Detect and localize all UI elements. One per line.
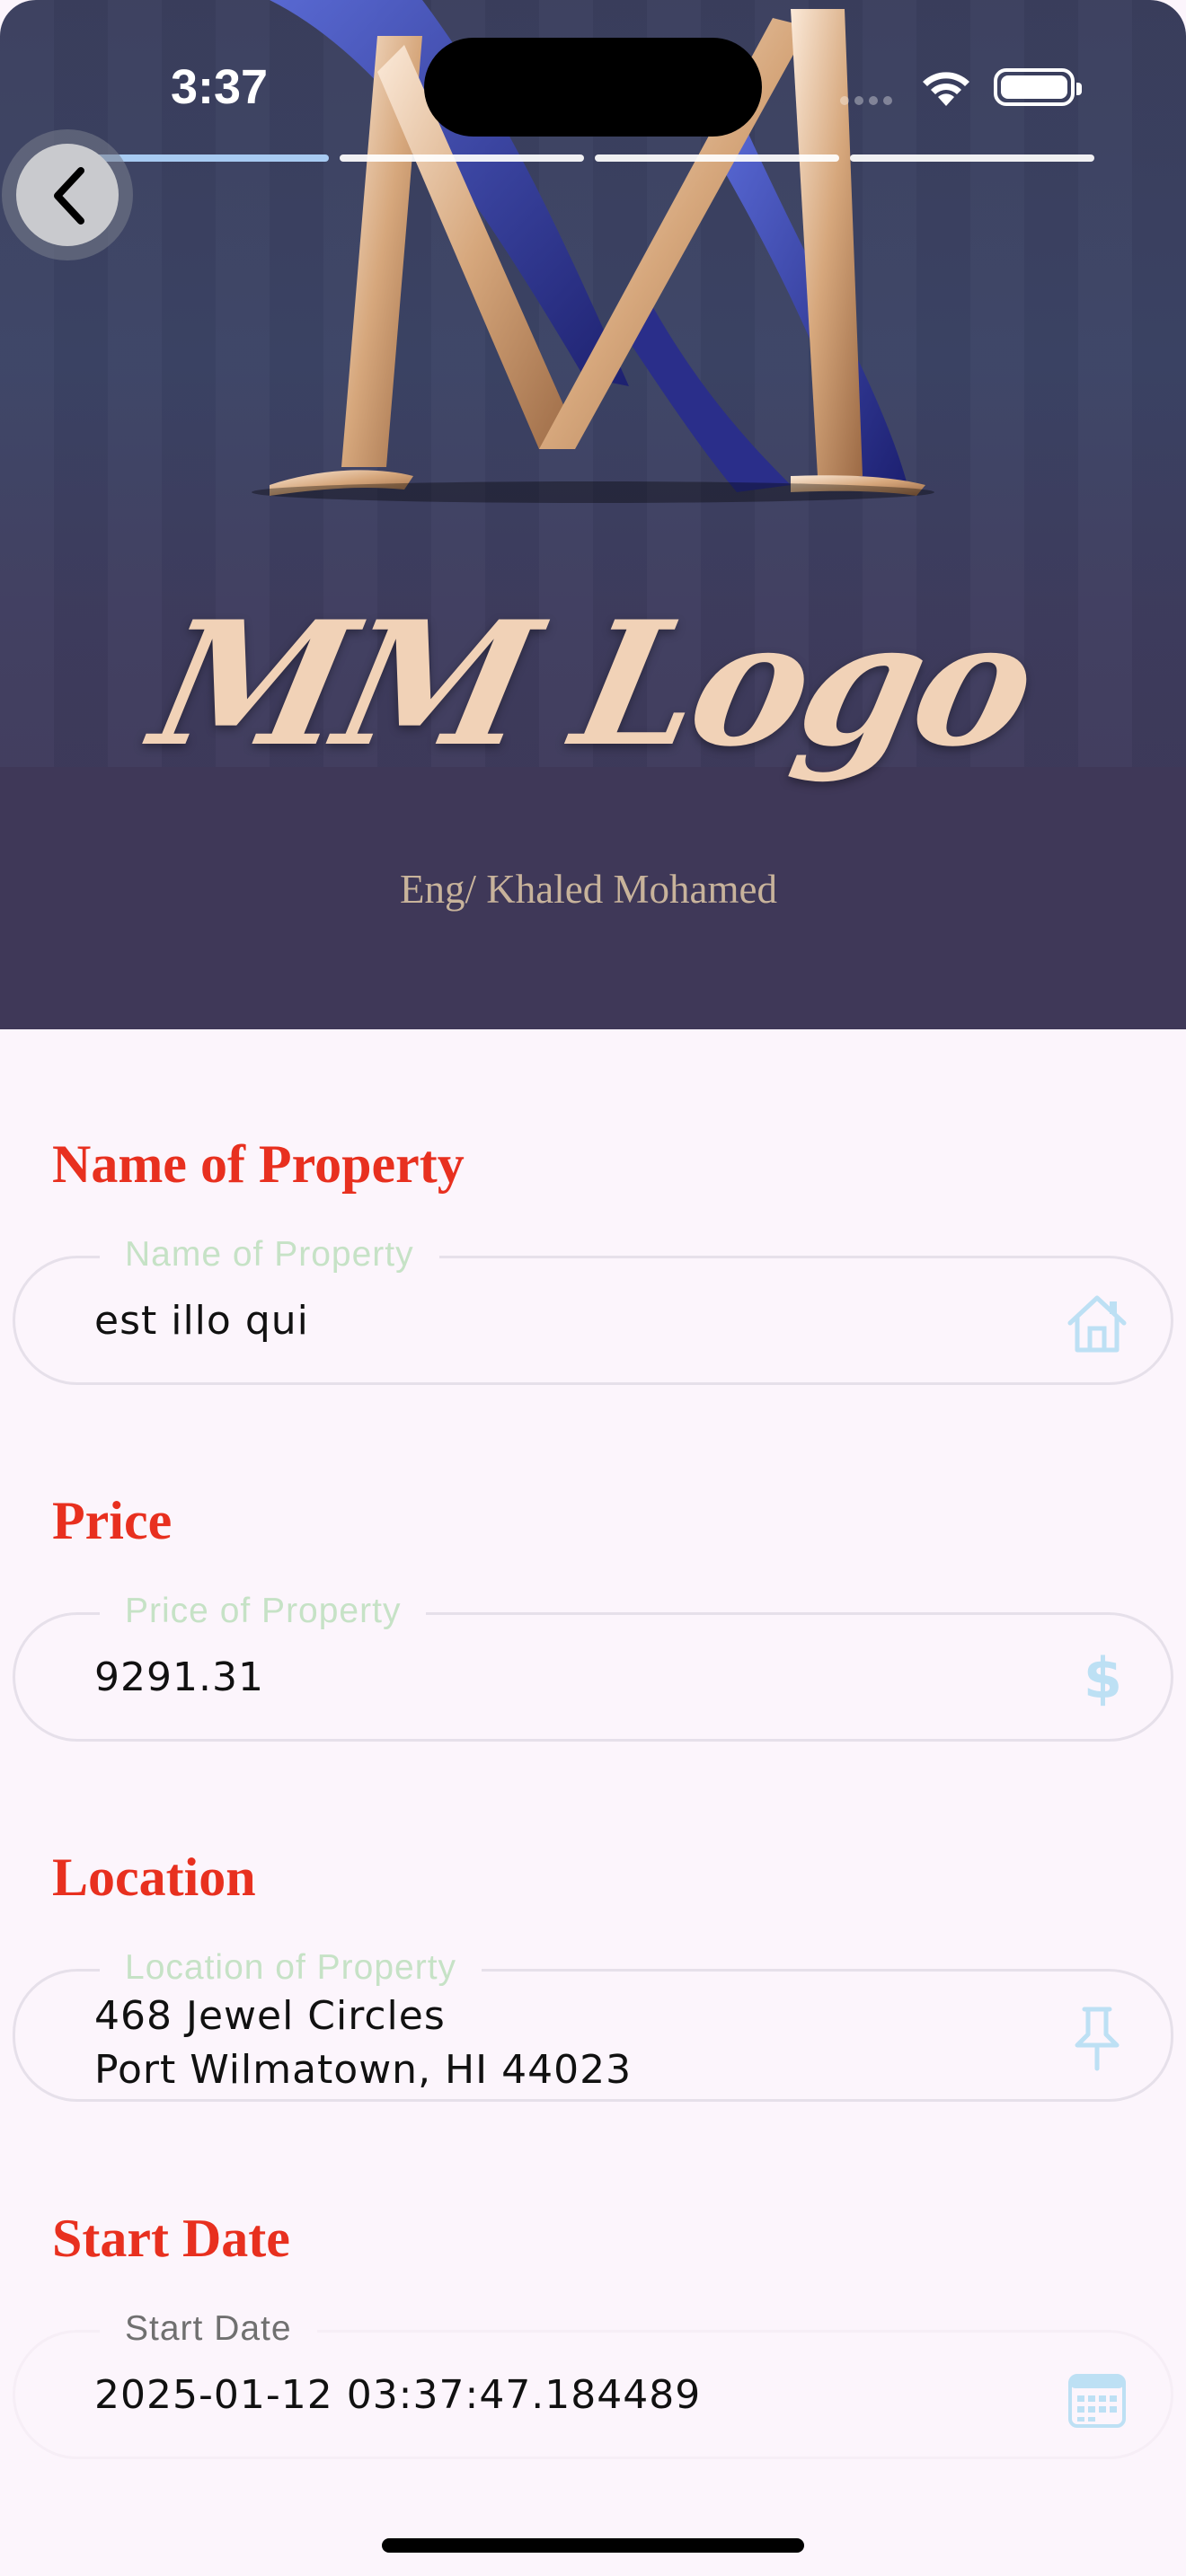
dollar-icon: $ (1083, 1645, 1122, 1711)
location-value[interactable]: 468 Jewel Circles Port Wilmatown, HI 440… (94, 1989, 632, 2097)
story-progress-segment-2 (340, 154, 584, 162)
location-label: Location of Property (100, 1948, 482, 1988)
story-progress-segment-4 (850, 154, 1094, 162)
chevron-left-icon (54, 167, 84, 225)
price-value[interactable]: 9291.31 (94, 1654, 264, 1700)
price-label: Price of Property (100, 1592, 427, 1631)
start-date-value[interactable]: 2025-01-12 03:37:47.184489 (94, 2372, 701, 2418)
name-section-title: Name of Property (52, 1134, 465, 1194)
location-section-title: Location (52, 1848, 256, 1907)
start-date-section-title: Start Date (52, 2209, 290, 2268)
story-progress-segment-3 (595, 154, 839, 162)
logo-subtitle: Eng/ Khaled Mohamed (400, 867, 777, 912)
property-name-value[interactable]: est illo qui (94, 1298, 309, 1344)
logo-script-text: MM Logo (137, 584, 1049, 784)
price-field[interactable]: Price of Property 9291.31 $ (13, 1592, 1173, 1742)
status-time: 3:37 (171, 60, 269, 114)
home-indicator[interactable] (382, 2538, 804, 2553)
start-date-label: Start Date (100, 2309, 317, 2349)
price-section-title: Price (52, 1491, 173, 1550)
property-name-label: Name of Property (100, 1235, 439, 1275)
property-name-field[interactable]: Name of Property est illo qui (13, 1235, 1173, 1385)
wifi-icon (923, 72, 969, 106)
dynamic-island (424, 38, 762, 137)
calendar-icon[interactable] (1063, 2363, 1131, 2431)
back-button[interactable] (2, 129, 133, 260)
pin-icon (1075, 2007, 1120, 2071)
start-date-field[interactable]: Start Date 2025-01-12 03:37:47.184489 (13, 2309, 1173, 2459)
home-icon (1067, 1295, 1127, 1353)
battery-icon (994, 68, 1082, 106)
signal-dots-icon (840, 93, 898, 110)
location-field[interactable]: Location of Property 468 Jewel Circles P… (13, 1948, 1173, 2102)
